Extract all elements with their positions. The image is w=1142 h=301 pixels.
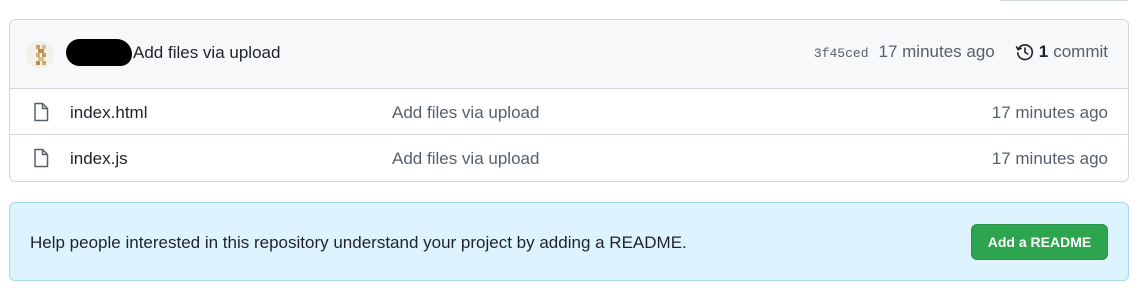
- commit-label: commit: [1053, 42, 1108, 61]
- file-name[interactable]: index.html: [70, 103, 147, 123]
- latest-commit-bar: Add files via upload 3f45ced 17 minutes …: [10, 20, 1128, 89]
- file-commit-time: 17 minutes ago: [991, 149, 1108, 168]
- commit-history-link[interactable]: 1 commit: [1015, 42, 1108, 62]
- file-name[interactable]: index.js: [70, 149, 128, 169]
- file-row[interactable]: index.js Add files via upload 17 minutes…: [10, 135, 1128, 181]
- file-browser: Add files via upload 3f45ced 17 minutes …: [9, 19, 1129, 182]
- avatar[interactable]: [26, 41, 54, 69]
- readme-prompt-text: Help people interested in this repositor…: [30, 233, 687, 252]
- file-icon: [34, 102, 49, 122]
- commit-meta: 3f45ced 17 minutes ago 1 commit: [814, 42, 1108, 62]
- latest-commit-message[interactable]: Add files via upload: [133, 43, 280, 63]
- add-readme-button[interactable]: Add a README: [971, 224, 1108, 260]
- file-commit-message[interactable]: Add files via upload: [392, 149, 539, 169]
- file-row[interactable]: index.html Add files via upload 17 minut…: [10, 89, 1128, 135]
- commit-time: 17 minutes ago: [878, 42, 995, 61]
- file-icon: [34, 148, 49, 168]
- commit-sha[interactable]: 3f45ced: [814, 46, 869, 61]
- file-commit-time: 17 minutes ago: [991, 103, 1108, 122]
- divider: [1000, 0, 1128, 1]
- file-commit-message[interactable]: Add files via upload: [392, 103, 539, 123]
- history-icon: [1015, 44, 1033, 61]
- commit-count: 1: [1038, 42, 1049, 61]
- readme-prompt-banner: Help people interested in this repositor…: [9, 202, 1129, 281]
- redacted-username: [66, 39, 132, 66]
